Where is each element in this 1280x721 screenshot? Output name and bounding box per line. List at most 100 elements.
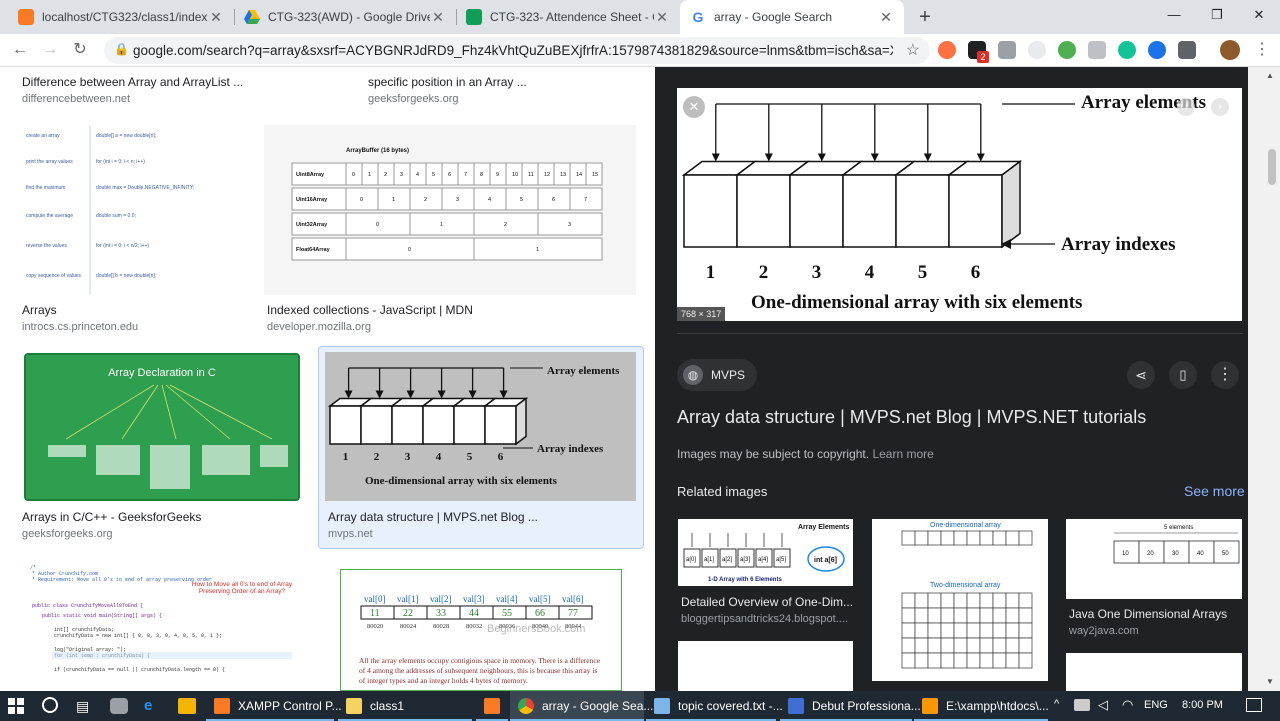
related-thumbnail-5[interactable] (1066, 653, 1242, 691)
result-thumbnail-beginnersbook[interactable]: val[0] 11 80020 val[1] 22 80024 val[2] 33 80028 v… (340, 569, 622, 691)
mvps-thumb-box (422, 405, 455, 445)
related-2-2d-cell (901, 622, 916, 639)
related-thumbnail-2[interactable]: One-dimensional array Two-dimensional ar… (872, 519, 1048, 681)
tab-attendence-sheet[interactable]: CTG-323- Attendence Sheet - Go ✕ (456, 0, 680, 34)
preview-index-label: 4 (865, 262, 875, 283)
app-icon[interactable] (110, 698, 128, 714)
close-icon[interactable]: ✕ (208, 9, 224, 26)
arraybuffer-cell-label: 3 (568, 222, 571, 228)
scroll-down-icon[interactable]: ▼ (1266, 677, 1274, 686)
battery-icon[interactable] (1074, 699, 1090, 711)
extension-blue-icon[interactable] (1148, 41, 1166, 59)
related-2-2d-cell (966, 622, 981, 639)
result-caption[interactable]: Arrays in C/C++ - GeeksforGeeks (22, 510, 201, 524)
taskbar-item-sublime[interactable]: E:\xampp\htdocs\... (914, 691, 1049, 721)
result-thumbnail-geeks[interactable]: Array Declaration in C (24, 353, 300, 501)
mail-icon[interactable] (1088, 41, 1106, 59)
address-bar[interactable]: 🔒 google.com/search?q=array&sxsrf=ACYBGN… (104, 37, 930, 64)
result-thumbnail-arrays[interactable]: create an array double[] a = new double[n… (18, 125, 244, 295)
bookmark-star-icon[interactable]: ☆ (906, 40, 920, 60)
related-thumbnail-1[interactable]: Array Elements a[0] a[1] a[2] a[3] a[4] a[5] … (678, 519, 853, 586)
result-thumbnail-mvps[interactable]: 1 2 3 4 5 6 Array elements Array indexes One-… (325, 352, 636, 501)
close-icon[interactable]: ✕ (878, 9, 894, 26)
image-size-badge: 768 × 317 (677, 307, 726, 321)
save-bookmark-icon[interactable]: ▯ (1169, 361, 1197, 389)
result-caption[interactable]: Arrays (22, 303, 57, 317)
grammarly-icon[interactable] (1118, 41, 1136, 59)
related-2-1d-cell (914, 530, 929, 546)
mvps-thumb-box (484, 405, 517, 445)
file-explorer-icon[interactable] (178, 698, 196, 714)
maximize-icon[interactable]: ❐ (1195, 0, 1239, 30)
result-caption[interactable]: Difference between Array and ArrayList .… (22, 75, 243, 89)
close-preview-icon[interactable]: ✕ (683, 96, 705, 118)
result-thumbnail-java-code[interactable]: How to Move all 0's to end of Array Pres… (24, 559, 304, 691)
close-icon[interactable]: ✕ (430, 9, 446, 26)
result-caption[interactable]: Array data structure | MVPS.net Blog ... (328, 510, 538, 524)
related-caption[interactable]: Detailed Overview of One-Dim... (681, 595, 853, 609)
see-more-link[interactable]: See more (1184, 483, 1245, 499)
extension-fire-icon[interactable] (938, 41, 956, 59)
taskbar-item-chrome[interactable]: array - Google Sea... (510, 691, 653, 721)
learn-more-link[interactable]: Learn more (872, 447, 933, 461)
taskbar-item-debut[interactable]: Debut Professiona... (780, 691, 921, 721)
svg-text:reverse the values: reverse the values (26, 243, 67, 249)
tray-chevron-icon[interactable]: ^ (1054, 698, 1059, 710)
prev-image-icon[interactable]: ‹ (1177, 98, 1195, 116)
scrollbar[interactable]: ▲ ▼ (1248, 67, 1280, 691)
reload-icon[interactable]: ↻ (68, 38, 92, 62)
menu-icon[interactable]: ⋮ (1250, 38, 1274, 62)
wifi-icon[interactable]: ◠ (1122, 697, 1133, 713)
source-chip[interactable]: ◍ MVPS (677, 359, 758, 391)
back-icon[interactable]: ← (8, 38, 32, 62)
mvps-thumb-box (360, 405, 393, 445)
next-image-icon[interactable]: › (1211, 98, 1229, 116)
related-3-cell-label: 30 (1172, 551, 1179, 557)
more-options-icon[interactable]: ⋮ (1211, 361, 1239, 389)
language-indicator[interactable]: ENG (1144, 699, 1168, 711)
preview-title[interactable]: Array data structure | MVPS.net Blog | M… (677, 407, 1146, 428)
extension-globe-icon[interactable] (1058, 41, 1076, 59)
share-icon[interactable]: ⋖ (1127, 361, 1155, 389)
facebook-icon[interactable] (1178, 41, 1196, 59)
minimize-icon[interactable]: — (1152, 0, 1196, 30)
arraybuffer-cell-label: 0 (376, 222, 379, 228)
related-caption[interactable]: Java One Dimensional Arrays (1069, 607, 1227, 621)
avatar[interactable] (1220, 40, 1240, 60)
forward-icon[interactable]: → (38, 38, 62, 62)
extension-bracket-icon[interactable] (1028, 41, 1046, 59)
tab-google-search[interactable]: G array - Google Search ✕ (680, 0, 904, 34)
result-caption[interactable]: specific position in an Array ... (368, 75, 527, 89)
svg-text:copy sequence of values: copy sequence of values (26, 273, 82, 279)
taskbar-item-class1[interactable]: class1 (338, 691, 472, 721)
new-tab-button[interactable]: + (912, 4, 938, 30)
clock[interactable]: 8:00 PM (1182, 699, 1223, 711)
arraybuffer-cell-label: 2 (384, 172, 387, 178)
taskbar-item-notepad[interactable]: topic covered.txt -... (646, 691, 783, 721)
taskbar-item-xampp[interactable]: XAMPP Control P... (206, 691, 342, 721)
volume-icon[interactable]: ◁ (1098, 697, 1108, 713)
scrollbar-thumb[interactable] (1268, 149, 1276, 185)
tab-google-drive[interactable]: CTG-323(AWD) - Google Drive ✕ (234, 0, 456, 34)
windows-start-icon[interactable] (8, 698, 24, 714)
xampp-icon (214, 698, 230, 714)
tab-localhost[interactable]: localhost/CTG323/class1/index.p ✕ (8, 0, 234, 34)
related-thumbnail-4[interactable] (678, 641, 853, 691)
svg-text:compute the average: compute the average (26, 213, 73, 219)
camera-icon[interactable] (998, 41, 1016, 59)
related-thumbnail-3[interactable]: 5 elements 10 20 30 40 50 (1066, 519, 1242, 599)
extension-badge: 2 (977, 51, 989, 63)
close-icon[interactable]: ✕ (654, 9, 670, 26)
task-view-icon[interactable]: ▤ (76, 698, 89, 715)
taskbar-item-app[interactable] (476, 691, 508, 721)
preview-image[interactable]: 123456 Array elements Array indexes One-… (677, 88, 1242, 321)
window-close-icon[interactable]: ✕ (1237, 0, 1280, 30)
edge-icon[interactable]: e (144, 697, 152, 714)
notification-icon[interactable] (1246, 698, 1262, 712)
scroll-up-icon[interactable]: ▲ (1266, 71, 1274, 80)
related-2-2d-cell (966, 652, 981, 669)
search-icon[interactable] (42, 697, 58, 713)
result-thumbnail-arraybuffer[interactable]: ArrayBuffer (16 bytes) Uint8Array 0 1 2 3 4 5 6… (264, 125, 636, 295)
preview-caption: One-dimensional array with six elements (751, 292, 1082, 313)
result-caption[interactable]: Indexed collections - JavaScript | MDN (267, 303, 473, 317)
